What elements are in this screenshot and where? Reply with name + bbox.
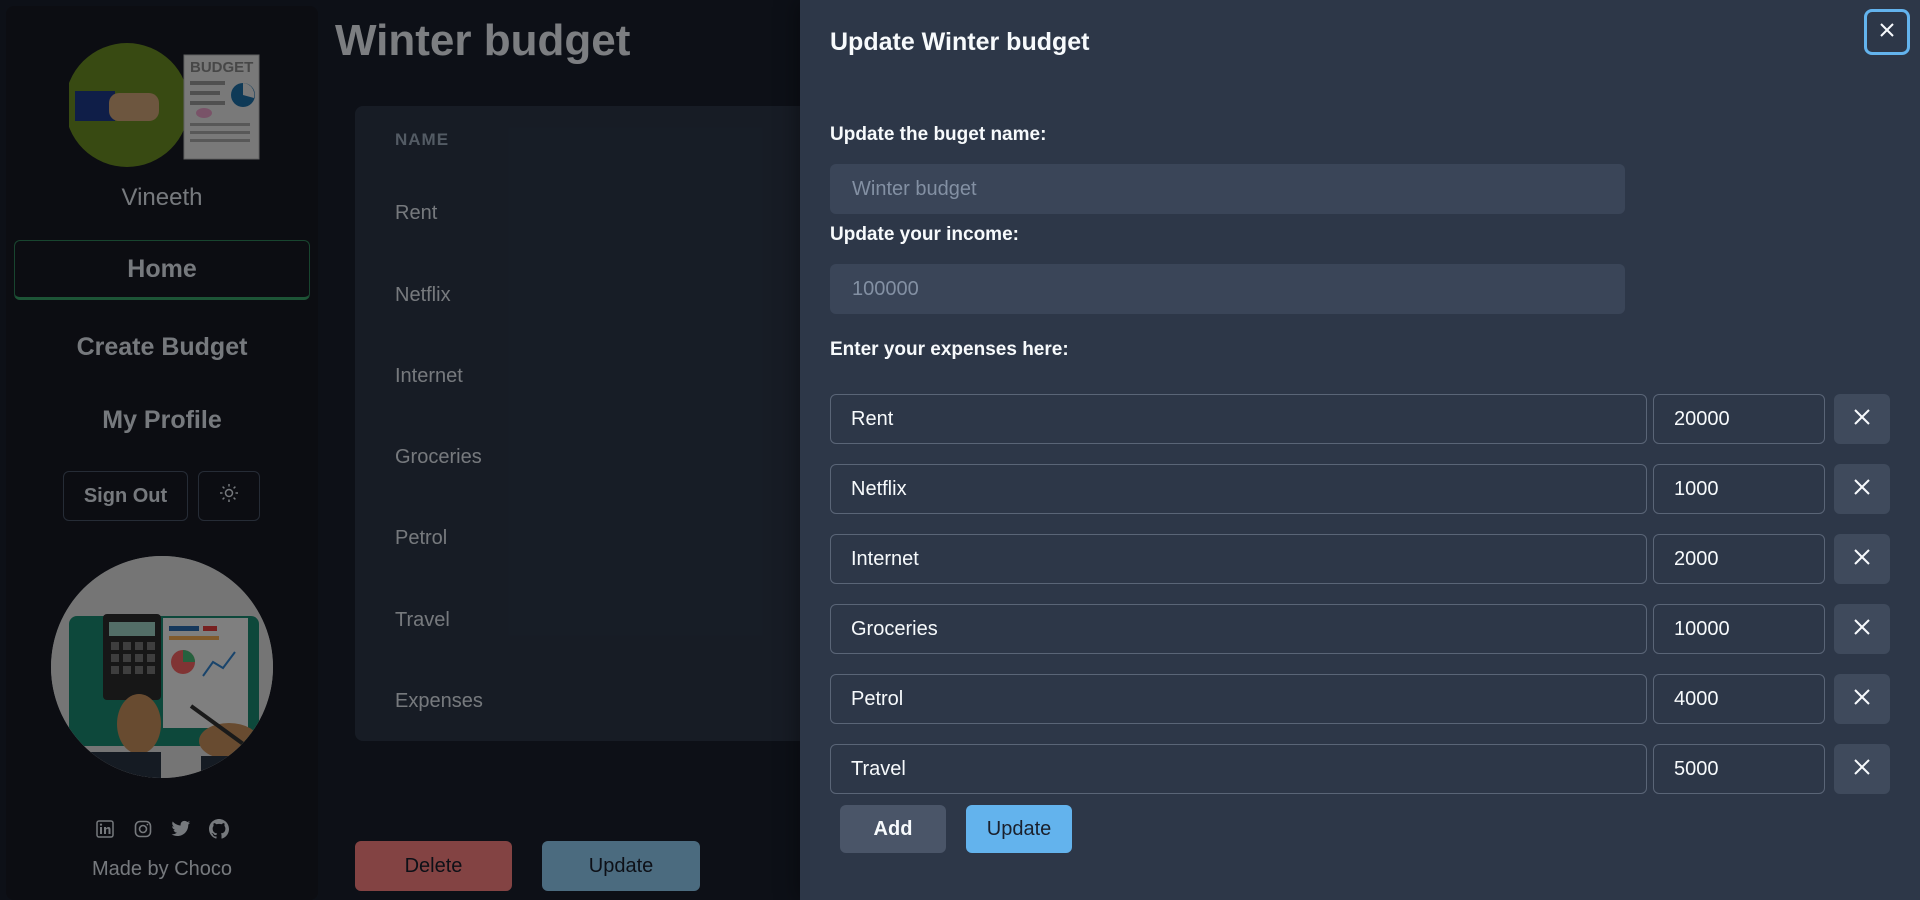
close-icon [1852,407,1872,432]
close-icon [1852,757,1872,782]
close-drawer-button[interactable] [1864,9,1910,55]
remove-expense-button[interactable] [1834,674,1890,724]
expense-amount-input[interactable]: 2000 [1653,534,1825,584]
expense-name-input[interactable]: Netflix [830,464,1647,514]
close-icon [1852,547,1872,572]
remove-expense-button[interactable] [1834,464,1890,514]
expense-amount-input[interactable]: 1000 [1653,464,1825,514]
budget-name-input[interactable] [830,164,1625,214]
close-icon [1852,687,1872,712]
expense-name-input[interactable]: Petrol [830,674,1647,724]
expenses-label: Enter your expenses here: [830,339,1069,360]
close-icon [1879,22,1895,43]
remove-expense-button[interactable] [1834,744,1890,794]
close-icon [1852,617,1872,642]
submit-update-button[interactable]: Update [966,805,1072,853]
expense-name-input[interactable]: Internet [830,534,1647,584]
expense-name-input[interactable]: Rent [830,394,1647,444]
add-expense-button[interactable]: Add [840,805,946,853]
drawer-title: Update Winter budget [830,28,1090,56]
expense-amount-input[interactable]: 20000 [1653,394,1825,444]
update-drawer: Update Winter budget Update the buget na… [800,0,1920,900]
income-input[interactable] [830,264,1625,314]
remove-expense-button[interactable] [1834,534,1890,584]
budget-name-label: Update the buget name: [830,124,1047,145]
expense-amount-input[interactable]: 10000 [1653,604,1825,654]
income-label: Update your income: [830,224,1019,245]
expense-amount-input[interactable]: 5000 [1653,744,1825,794]
expense-amount-input[interactable]: 4000 [1653,674,1825,724]
remove-expense-button[interactable] [1834,394,1890,444]
expense-name-input[interactable]: Travel [830,744,1647,794]
close-icon [1852,477,1872,502]
remove-expense-button[interactable] [1834,604,1890,654]
expense-name-input[interactable]: Groceries [830,604,1647,654]
